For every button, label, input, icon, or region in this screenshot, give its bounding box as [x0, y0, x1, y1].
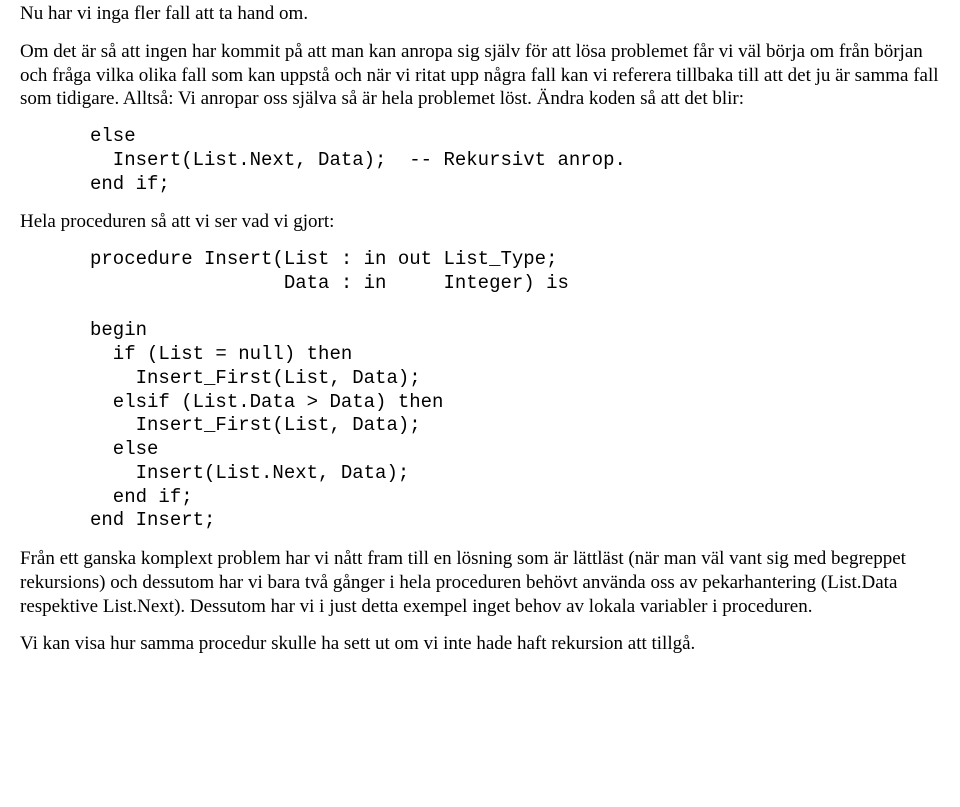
- paragraph-5: Vi kan visa hur samma procedur skulle ha…: [20, 632, 940, 656]
- paragraph-2: Om det är så att ingen har kommit på att…: [20, 40, 940, 111]
- paragraph-4: Från ett ganska komplext problem har vi …: [20, 547, 940, 618]
- paragraph-1: Nu har vi inga fler fall att ta hand om.: [20, 2, 940, 26]
- code-block-2: procedure Insert(List : in out List_Type…: [90, 248, 940, 533]
- paragraph-3: Hela proceduren så att vi ser vad vi gjo…: [20, 210, 940, 234]
- document-page: Nu har vi inga fler fall att ta hand om.…: [0, 0, 960, 690]
- code-block-1: else Insert(List.Next, Data); -- Rekursi…: [90, 125, 940, 196]
